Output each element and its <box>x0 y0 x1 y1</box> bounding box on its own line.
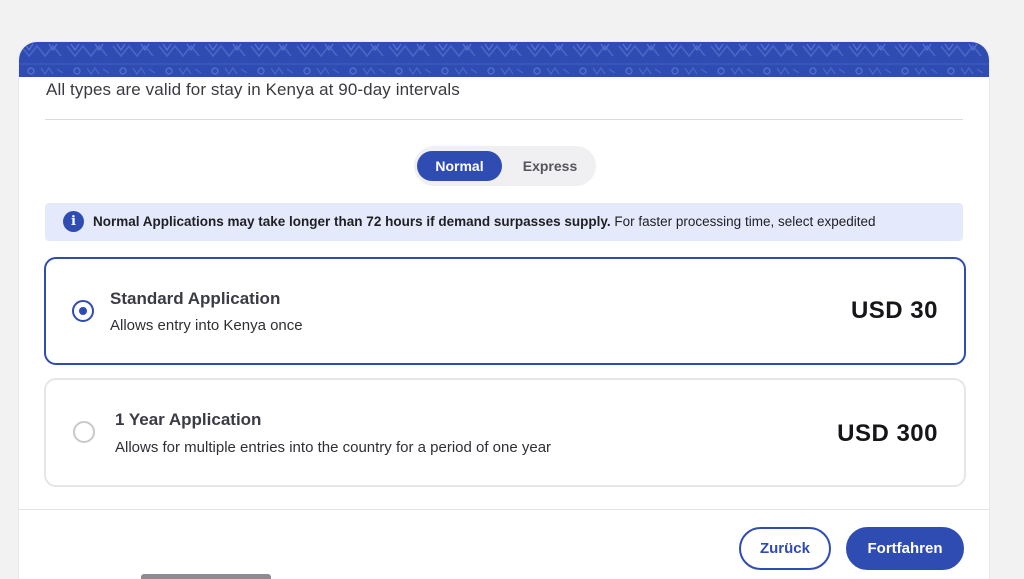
back-button[interactable]: Zurück <box>739 527 831 570</box>
option-description: Allows for multiple entries into the cou… <box>115 439 552 456</box>
option-price: USD 30 <box>850 297 938 324</box>
bottom-scroll-handle <box>141 574 271 579</box>
notice-bold-text: Normal Applications may take longer than… <box>93 214 611 229</box>
processing-speed-toggle: Normal Express <box>414 146 596 186</box>
application-card: All types are valid for stay in Kenya at… <box>19 42 989 579</box>
continue-button[interactable]: Fortfahren <box>846 527 964 570</box>
decorative-banner <box>19 42 989 77</box>
info-icon: i <box>63 211 84 232</box>
divider <box>45 119 963 120</box>
option-1-year-application[interactable]: 1 Year Application Allows for multiple e… <box>44 378 966 487</box>
option-standard-application[interactable]: Standard Application Allows entry into K… <box>44 257 966 365</box>
option-title: Standard Application <box>110 289 281 308</box>
notice-regular-text: For faster processing time, select exped… <box>610 214 876 229</box>
radio-selected-icon[interactable] <box>72 300 94 322</box>
toggle-express-button[interactable]: Express <box>508 151 592 181</box>
footer-divider <box>19 509 989 510</box>
option-title: 1 Year Application <box>115 410 262 429</box>
processing-notice: i Normal Applications may take longer th… <box>45 203 963 241</box>
notice-text: Normal Applications may take longer than… <box>93 214 876 229</box>
page-subtitle: All types are valid for stay in Kenya at… <box>46 80 460 99</box>
option-description: Allows entry into Kenya once <box>110 317 303 334</box>
radio-unselected-icon[interactable] <box>73 421 95 443</box>
option-price: USD 300 <box>837 420 938 447</box>
page: All types are valid for stay in Kenya at… <box>0 0 1024 579</box>
toggle-normal-button[interactable]: Normal <box>417 151 502 181</box>
